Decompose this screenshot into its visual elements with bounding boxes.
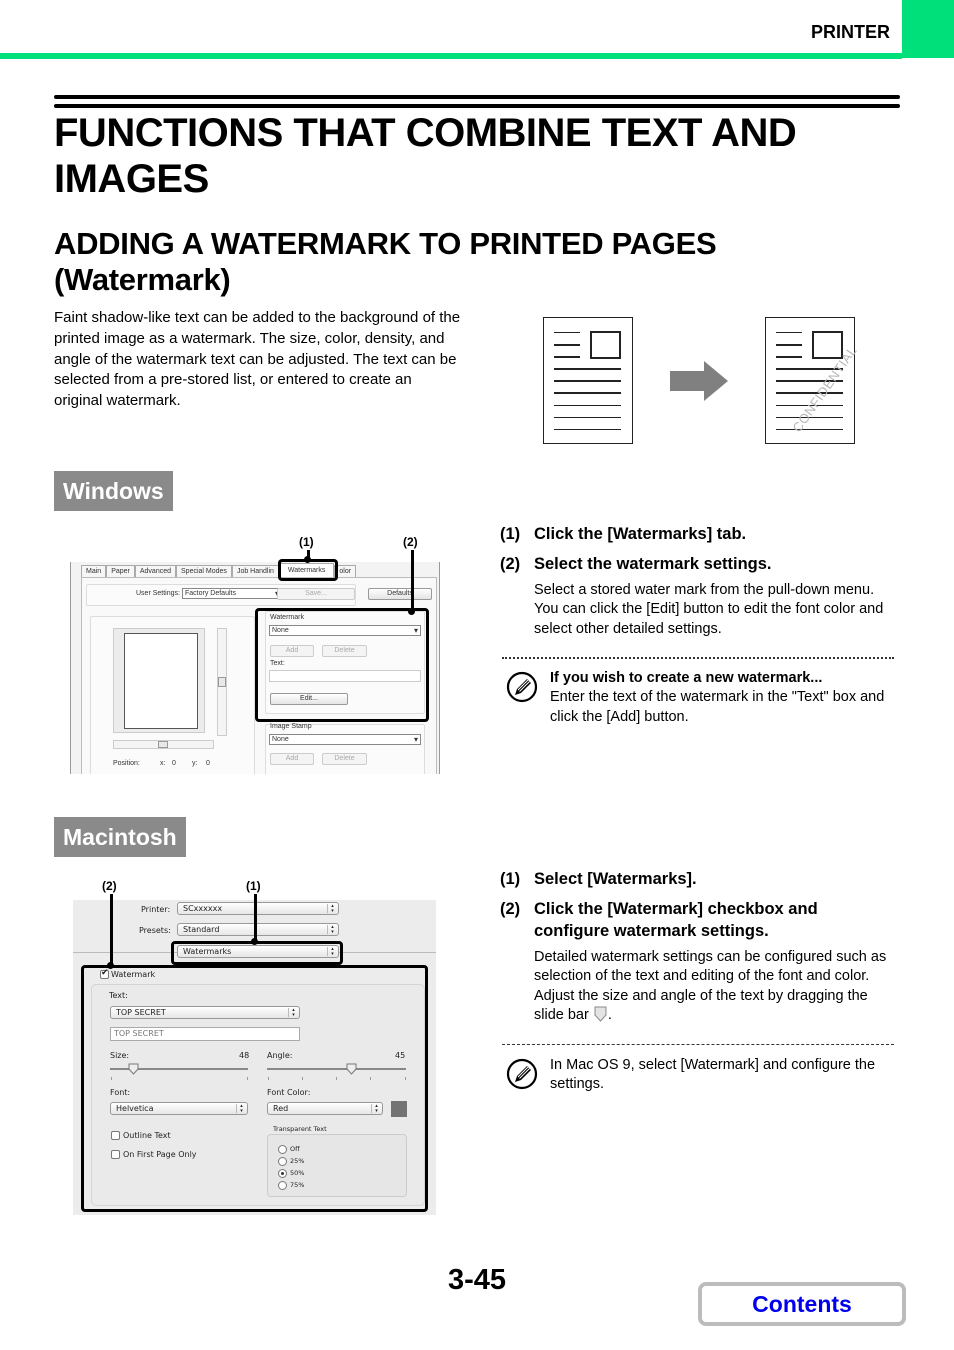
- mac-step-1: (1) Select [Watermarks].: [500, 870, 697, 888]
- position-label: Position:: [113, 760, 140, 767]
- pencil-note-icon: [506, 1058, 538, 1090]
- note-title: If you wish to create a new watermark...: [550, 670, 823, 686]
- pencil-note-icon: [506, 671, 538, 703]
- y-label: y:: [192, 760, 198, 767]
- presets-label: Presets:: [139, 926, 171, 935]
- presets-select[interactable]: Standard ▴ ▾: [177, 923, 339, 936]
- watermark-settings-highlight: [255, 608, 429, 722]
- preview-vertical-scrollbar[interactable]: [217, 628, 227, 736]
- panel-select-highlight: [171, 941, 343, 965]
- mac-note: In Mac OS 9, select [Watermark] and conf…: [506, 1056, 896, 1095]
- contents-button[interactable]: Contents: [698, 1282, 906, 1326]
- page-number: 3-45: [448, 1264, 507, 1296]
- printer-label: Printer:: [141, 905, 171, 914]
- callout-1: (1): [299, 535, 314, 549]
- title-rule: [54, 104, 900, 108]
- header-accent-line: [0, 53, 902, 59]
- user-settings-label: User Settings:: [136, 590, 180, 597]
- windows-note: If you wish to create a new watermark...…: [506, 669, 896, 727]
- page-before-illustration: [543, 317, 633, 444]
- windows-section-tag: Windows: [54, 471, 173, 511]
- slider-thumb-icon: [594, 1006, 607, 1022]
- save-button[interactable]: Save...: [277, 588, 355, 600]
- section-heading: ADDING A WATERMARK TO PRINTED PAGES (Wat…: [54, 226, 717, 297]
- user-settings-select[interactable]: Factory Defaults: [182, 588, 282, 599]
- callout-2: (2): [102, 879, 117, 893]
- tab-advanced[interactable]: Advanced: [134, 565, 177, 577]
- note-text: In Mac OS 9, select [Watermark] and conf…: [550, 1057, 876, 1093]
- mac-steps: (1) Select [Watermarks]. (2) Click the […: [500, 868, 900, 1025]
- tab-job-handling[interactable]: Job Handlin: [231, 565, 279, 577]
- y-value: 0: [206, 760, 210, 767]
- callout-1: (1): [246, 879, 261, 893]
- callout-2: (2): [403, 535, 418, 549]
- note-divider: [502, 657, 894, 659]
- tab-special-modes[interactable]: Special Modes: [176, 565, 232, 577]
- image-stamp-label: Image Stamp: [270, 723, 312, 730]
- page-title: FUNCTIONS THAT COMBINE TEXT AND IMAGES: [54, 111, 797, 201]
- mac-step-2: (2) Click the [Watermark] checkbox and c…: [500, 900, 818, 940]
- intro-text: Faint shadow-like text can be added to t…: [54, 309, 461, 410]
- header-accent-tab: [902, 0, 954, 58]
- mac-step-2-description: Detailed watermark settings can be confi…: [534, 949, 887, 1023]
- page-after-illustration: CONFIDENTIAL: [765, 317, 860, 444]
- section-label: PRINTER: [810, 22, 890, 42]
- note-text: Enter the text of the watermark in the "…: [550, 689, 885, 725]
- x-label: x:: [160, 760, 166, 767]
- macintosh-section-tag: Macintosh: [54, 817, 186, 857]
- image-stamp-add-button[interactable]: Add: [270, 753, 314, 765]
- image-stamp-delete-button[interactable]: Delete: [322, 753, 367, 765]
- windows-step-1: (1) Click the [Watermarks] tab.: [500, 525, 747, 543]
- arrow-right-icon: [670, 361, 728, 401]
- printer-select[interactable]: SCxxxxxx ▴ ▾: [177, 902, 339, 915]
- image-stamp-select[interactable]: None: [269, 734, 421, 745]
- defaults-button[interactable]: Defaults: [368, 588, 432, 600]
- x-value: 0: [172, 760, 176, 767]
- windows-steps: (1) Click the [Watermarks] tab. (2) Sele…: [500, 523, 900, 639]
- watermark-settings-highlight: [81, 965, 428, 1212]
- windows-step-2-description: Select a stored water mark from the pull…: [534, 582, 884, 637]
- preview-area: [113, 628, 205, 733]
- tab-main[interactable]: Main: [81, 565, 107, 577]
- note-divider: [502, 1044, 894, 1045]
- preview-horizontal-scrollbar[interactable]: [113, 740, 214, 749]
- tab-paper[interactable]: Paper: [106, 565, 135, 577]
- title-rule: [54, 95, 900, 99]
- windows-step-2: (2) Select the watermark settings.: [500, 555, 772, 573]
